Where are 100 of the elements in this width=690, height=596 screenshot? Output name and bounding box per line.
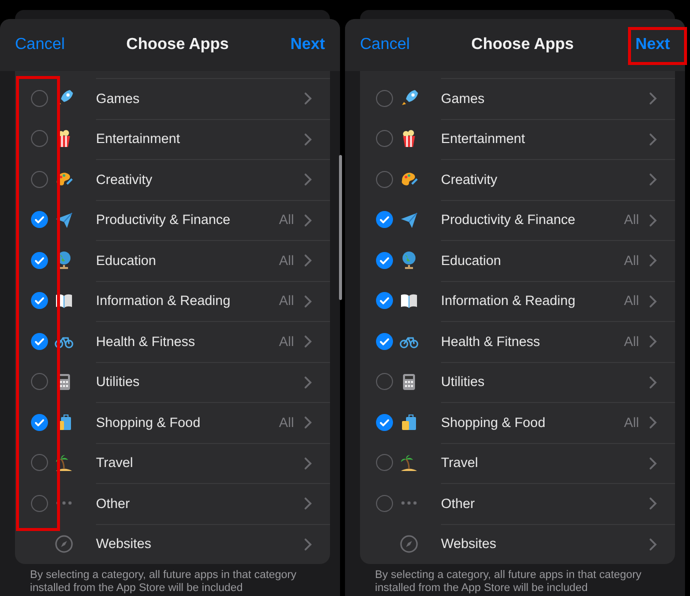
selection-detail: All: [278, 414, 294, 432]
checkmark-icon: [34, 416, 44, 428]
category-label: Other: [96, 494, 131, 513]
screen-title: Choose Apps: [126, 35, 229, 55]
checkbox[interactable]: [30, 252, 48, 269]
checkbox[interactable]: [376, 130, 392, 148]
selection-detail: All: [278, 292, 294, 310]
chevron-icon: [649, 497, 657, 510]
checkbox[interactable]: [30, 211, 48, 228]
category-label: Websites: [441, 535, 498, 554]
checkmark-icon: [378, 254, 390, 266]
category-label: Health & Fitness: [96, 332, 196, 351]
checkbox[interactable]: [30, 130, 48, 148]
category-label: Utilities: [96, 373, 141, 392]
checkbox[interactable]: [30, 332, 48, 350]
chevron-icon: [649, 376, 657, 389]
cancel-button[interactable]: Cancel: [360, 33, 410, 57]
category-label: Productivity & Finance: [441, 211, 576, 230]
category-label: Creativity: [441, 170, 498, 189]
checkbox[interactable]: [376, 292, 392, 310]
checkbox[interactable]: [376, 170, 392, 188]
checkbox[interactable]: [30, 170, 48, 188]
category-label: Entertainment: [441, 130, 526, 148]
chevron-icon: [649, 538, 657, 551]
selection-detail: All: [278, 211, 294, 230]
category-label: Health & Fitness: [441, 332, 542, 351]
chevron-icon: [649, 294, 657, 308]
chevron-icon: [304, 132, 312, 146]
chevron-icon: [649, 456, 657, 470]
chevron-icon: [649, 132, 657, 146]
checkmark-icon: [378, 336, 390, 347]
checkbox[interactable]: [376, 90, 392, 107]
checkbox[interactable]: [376, 332, 392, 350]
checkbox[interactable]: [30, 494, 48, 512]
next-button[interactable]: Next: [635, 33, 670, 57]
category-label: Travel: [441, 454, 480, 472]
chevron-icon: [649, 173, 657, 186]
next-button[interactable]: Next: [290, 33, 325, 57]
chevron-icon: [304, 214, 312, 227]
checkbox[interactable]: [376, 454, 392, 472]
category-label: Creativity: [96, 170, 154, 189]
category-label: Shopping & Food: [96, 414, 202, 432]
dots-icon: [56, 501, 72, 506]
checkbox[interactable]: [30, 454, 48, 472]
selection-detail: All: [624, 332, 639, 351]
compass-icon: [54, 534, 74, 554]
checkmark-icon: [34, 336, 44, 347]
category-label: Information & Reading: [441, 292, 576, 310]
checkmark-icon: [378, 214, 390, 226]
selection-detail: All: [624, 252, 639, 270]
chevron-icon: [304, 456, 312, 470]
category-label: Productivity & Finance: [96, 211, 232, 230]
selection-detail: All: [278, 252, 294, 270]
category-label: Education: [441, 252, 502, 270]
chevron-icon: [304, 335, 312, 348]
chevron-icon: [649, 416, 657, 430]
palm-beach-icon: [54, 452, 74, 473]
category-label: Education: [96, 252, 158, 270]
checkbox[interactable]: [376, 252, 392, 269]
checkmark-icon: [378, 416, 390, 428]
checkbox[interactable]: [30, 414, 48, 431]
checkbox[interactable]: [376, 494, 392, 512]
screen-title: Choose Apps: [471, 35, 574, 55]
cancel-button[interactable]: Cancel: [15, 33, 65, 57]
checkmark-icon: [34, 214, 44, 226]
checkmark-icon: [34, 295, 44, 306]
chevron-icon: [649, 335, 657, 348]
compass-icon: [399, 534, 419, 554]
checkbox[interactable]: [30, 292, 48, 310]
chevron-icon: [304, 416, 312, 430]
category-label: Travel: [96, 454, 134, 472]
footer-note: By selecting a category, all future apps in that category installed from the App Store will be included: [374, 568, 642, 595]
checkbox[interactable]: [376, 211, 392, 228]
category-label: Information & Reading: [96, 292, 232, 310]
category-label: Games: [96, 90, 141, 108]
checkbox[interactable]: [30, 373, 48, 390]
selection-detail: All: [624, 414, 639, 432]
category-label: Shopping & Food: [441, 414, 546, 432]
chevron-icon: [304, 254, 312, 268]
footer-note: By selecting a category, all future apps in that category installed from the App Store will be included: [29, 568, 298, 595]
checkmark-icon: [378, 295, 390, 306]
checkbox[interactable]: [30, 90, 48, 107]
dots-icon: [401, 501, 417, 506]
category-label: Utilities: [441, 373, 486, 392]
checkbox[interactable]: [376, 373, 392, 390]
selection-detail: All: [624, 211, 639, 230]
checkmark-icon: [34, 254, 44, 266]
chevron-icon: [304, 173, 312, 186]
chevron-icon: [304, 538, 312, 551]
shopping-bag-icon: [399, 412, 419, 432]
chevron-icon: [649, 214, 657, 227]
checkbox[interactable]: [376, 414, 392, 431]
chevron-icon: [304, 294, 312, 308]
chevron-icon: [304, 497, 312, 510]
category-label: Games: [441, 90, 486, 108]
category-label: Other: [441, 494, 476, 513]
chevron-icon: [304, 92, 312, 106]
chevron-icon: [649, 92, 657, 106]
chevron-icon: [304, 376, 312, 389]
chevron-icon: [649, 254, 657, 268]
